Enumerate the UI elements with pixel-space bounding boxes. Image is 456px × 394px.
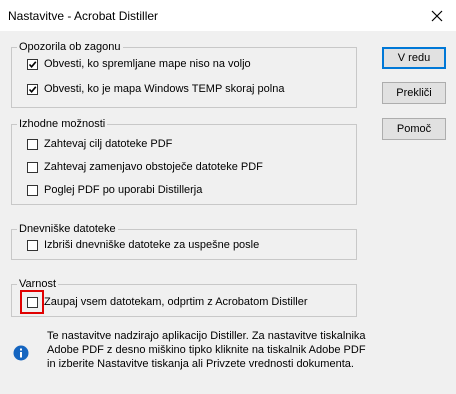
checkbox-label: Zaupaj vsem datotekam, odprtim z Acrobat… — [44, 296, 308, 308]
window-title: Nastavitve - Acrobat Distiller — [8, 9, 159, 23]
info-text: Te nastavitve nadzirajo aplikacijo Disti… — [47, 330, 366, 370]
checkbox[interactable] — [27, 138, 38, 150]
checkbox[interactable] — [27, 184, 38, 196]
checkbox-row-ask-destination[interactable]: Zahtevaj cilj datoteke PDF — [27, 136, 172, 152]
title-bar: Nastavitve - Acrobat Distiller — [0, 0, 456, 31]
checkmark-icon — [28, 60, 37, 68]
checkbox-row-ask-replace[interactable]: Zahtevaj zamenjavo obstoječe datoteke PD… — [27, 159, 263, 175]
checkbox[interactable] — [27, 58, 38, 70]
group-legend: Opozorila ob zagonu — [17, 40, 123, 54]
highlight-box — [20, 290, 44, 314]
close-icon — [431, 10, 443, 21]
checkbox[interactable] — [27, 239, 38, 251]
checkbox-row-folders-unavailable[interactable]: Obvesti, ko spremljane mape niso na volj… — [27, 56, 251, 72]
checkbox-row-trust-files[interactable]: Zaupaj vsem datotekam, odprtim z Acrobat… — [27, 294, 308, 310]
cancel-button[interactable]: Prekliči — [382, 82, 446, 104]
checkbox[interactable] — [27, 83, 38, 95]
group-legend: Dnevniške datoteke — [17, 222, 118, 236]
checkbox-row-delete-logs[interactable]: Izbriši dnevniške datoteke za uspešne po… — [27, 237, 259, 253]
close-button[interactable] — [418, 0, 456, 31]
checkmark-icon — [28, 85, 37, 93]
checkbox-row-temp-full[interactable]: Obvesti, ko je mapa Windows TEMP skoraj … — [27, 81, 284, 97]
help-button[interactable]: Pomoč — [382, 118, 446, 140]
checkbox[interactable] — [27, 161, 38, 173]
group-legend: Varnost — [17, 277, 59, 291]
checkbox-label: Izbriši dnevniške datoteke za uspešne po… — [44, 239, 260, 251]
checkbox-label: Poglej PDF po uporabi Distillerja — [44, 184, 203, 196]
info-icon — [13, 345, 29, 361]
ok-button[interactable]: V redu — [382, 47, 446, 69]
checkbox-label: Zahtevaj zamenjavo obstoječe datoteke PD… — [44, 161, 263, 173]
group-legend: Izhodne možnosti — [17, 117, 108, 131]
checkbox-label: Obvesti, ko spremljane mape niso na volj… — [44, 58, 251, 70]
checkbox-label: Zahtevaj cilj datoteke PDF — [44, 138, 173, 150]
checkbox-row-view-pdf[interactable]: Poglej PDF po uporabi Distillerja — [27, 182, 202, 198]
checkbox-label: Obvesti, ko je mapa Windows TEMP skoraj … — [44, 83, 285, 95]
